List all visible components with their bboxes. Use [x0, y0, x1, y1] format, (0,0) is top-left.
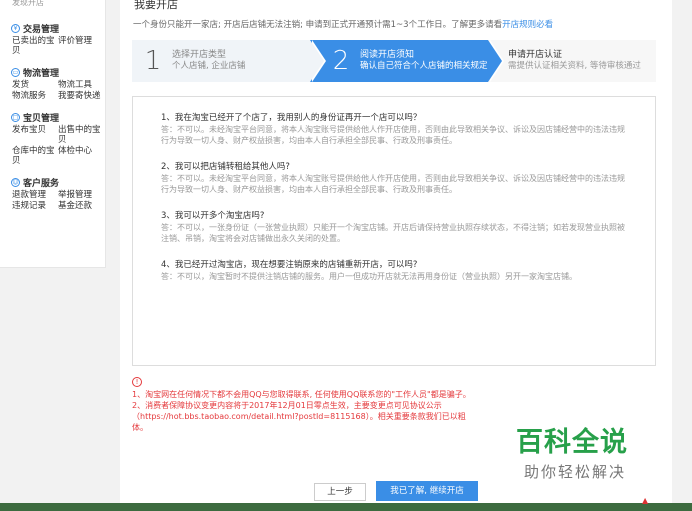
watermark-title: 百科全说 — [516, 427, 628, 458]
sidebar-section-customer-service: ☺ 客户服务 退款管理 举报管理 违规记录 基金还款 — [11, 176, 104, 211]
intro-text: 一个身份只能开一家店; 开店后店铺无法注销; 申请到正式开通预计需1~3个工作日… — [133, 20, 554, 30]
faq-answer: 答：不可以，淘宝暂时不提供注销店铺的服务。用户一但成功开店就无法再用身份证（营业… — [161, 272, 577, 281]
sidebar-item-publish-goods[interactable]: 发布宝贝 — [12, 125, 58, 145]
step-title: 阅读开店须知 — [360, 50, 415, 60]
sidebar: 发现开店 ¥ 交易管理 已卖出的宝贝 评价管理 ▭ 物流管理 发货 物流工具 物… — [0, 0, 106, 268]
faq-question: 3、我可以开多个淘宝店吗? — [161, 211, 265, 221]
step-desc: 需提供认证相关资料, 等待审核通过 — [508, 61, 641, 71]
watermark: 百科全说 助你轻松解决 — [516, 420, 646, 482]
step-number: 2 — [332, 46, 350, 76]
faq-question: 2、我可以把店铺转租给其他人吗? — [161, 162, 290, 172]
step-2-active: 2 阅读开店须知 确认自己符合个人店铺的相关规定 — [310, 40, 504, 82]
warning-icon: ! — [132, 377, 142, 387]
sidebar-top-text[interactable]: 发现开店 — [12, 0, 101, 12]
faq-answer: 答：不可以。未经淘宝平台同意，将本人淘宝账号提供给他人作开店使用，否则由此导致相… — [161, 174, 625, 194]
warning-notice: ! 1、淘宝网在任何情况下都不会用QQ与您取得联系, 任何使用QQ联系您的"工作… — [132, 376, 532, 433]
faq-question: 1、我在淘宝已经开了个店了，我用别人的身份证再开一个店可以吗？ — [161, 113, 422, 123]
sidebar-item-refund-management[interactable]: 退款管理 — [12, 190, 58, 200]
step-arrow — [488, 40, 502, 82]
tray-icon[interactable]: ▲ — [642, 496, 656, 510]
faq-answer: 答：不可以，一张身份证（一张营业执照）只能开一个淘宝店铺。开店后请保持营业执照存… — [161, 223, 625, 243]
sidebar-item-ship[interactable]: 发货 — [12, 80, 58, 90]
sidebar-item-logistics-service[interactable]: 物流服务 — [12, 91, 58, 101]
faq-box: 1、我在淘宝已经开了个店了，我用别人的身份证再开一个店可以吗？ 答：不可以。未经… — [132, 96, 656, 366]
rules-link[interactable]: 开店规则必看 — [502, 20, 553, 30]
logistics-icon: ▭ — [11, 67, 20, 77]
step-3: › 申请开店认证 需提供认证相关资料, 等待审核通过 — [488, 40, 656, 82]
goods-icon: □ — [11, 112, 20, 122]
sidebar-item-report-management[interactable]: 举报管理 — [58, 190, 104, 200]
taskbar — [0, 503, 692, 511]
faq-question: 4、我已经开过淘宝店，现在想要注销原来的店铺重新开店，可以吗? — [161, 260, 418, 270]
sidebar-section-title: 交易管理 — [23, 24, 60, 35]
sidebar-section-transaction: ¥ 交易管理 已卖出的宝贝 评价管理 — [11, 22, 104, 56]
notice-line: 2、消费者保障协议变更内容将于2017年12月01日零点生效，主要变更点可见协议… — [132, 401, 442, 410]
sidebar-item-warehouse-goods[interactable]: 仓库中的宝贝 — [12, 146, 58, 166]
sidebar-item-sold-goods[interactable]: 已卖出的宝贝 — [12, 36, 58, 56]
step-indicator: 1 选择开店类型 个人店铺, 企业店铺 2 阅读开店须知 确认自己符合个人店铺的… — [132, 40, 656, 82]
step-title: 申请开店认证 — [508, 50, 563, 60]
sidebar-item-checkup-center[interactable]: 体检中心 — [58, 146, 104, 166]
faq-answer: 答：不可以。未经淘宝平台同意，将本人淘宝账号提供给他人作开店使用，否则由此导致相… — [161, 125, 625, 145]
sidebar-item-logistics-tools[interactable]: 物流工具 — [58, 80, 104, 90]
sidebar-section-title: 客户服务 — [23, 178, 60, 189]
step-number: 1 — [144, 46, 162, 76]
customer-service-icon: ☺ — [11, 177, 20, 187]
notice-line: 1、淘宝网在任何情况下都不会用QQ与您取得联系, 任何使用QQ联系您的"工作人员… — [132, 390, 471, 399]
step-title: 选择开店类型 — [172, 50, 227, 60]
sidebar-item-review-management[interactable]: 评价管理 — [58, 36, 104, 56]
transaction-icon: ¥ — [11, 23, 20, 33]
sidebar-section-logistics: ▭ 物流管理 发货 物流工具 物流服务 我要寄快递 — [11, 66, 104, 101]
continue-open-shop-button[interactable]: 我已了解, 继续开店 — [376, 481, 478, 501]
step-desc: 确认自己符合个人店铺的相关规定 — [360, 61, 488, 71]
sidebar-section-title: 物流管理 — [23, 68, 60, 79]
sidebar-item-on-sale-goods[interactable]: 出售中的宝贝 — [58, 125, 104, 145]
notice-line: 体。 — [132, 423, 148, 432]
step-1: 1 选择开店类型 个人店铺, 企业店铺 — [132, 40, 326, 82]
step-desc: 个人店铺, 企业店铺 — [172, 61, 246, 71]
watermark-subtitle: 助你轻松解决 — [523, 463, 626, 481]
notice-line[interactable]: （https://hot.bbs.taobao.com/detail.html?… — [132, 411, 532, 422]
prev-step-button[interactable]: 上一步 — [314, 483, 366, 501]
sidebar-section-title: 宝贝管理 — [23, 113, 60, 124]
sidebar-item-fund-repayment[interactable]: 基金还款 — [58, 201, 104, 211]
sidebar-item-violation-records[interactable]: 违规记录 — [12, 201, 58, 211]
step-arrow — [310, 40, 324, 82]
page-title: 我要开店 — [134, 0, 178, 11]
sidebar-section-goods: □ 宝贝管理 发布宝贝 出售中的宝贝 仓库中的宝贝 体检中心 — [11, 111, 104, 166]
sidebar-item-send-express[interactable]: 我要寄快递 — [58, 91, 104, 101]
